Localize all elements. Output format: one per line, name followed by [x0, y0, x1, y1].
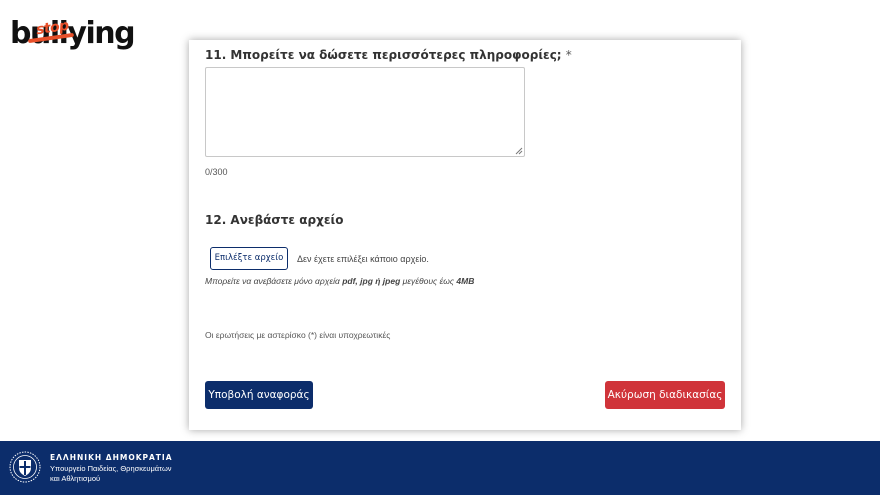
- greek-republic-emblem-icon: [9, 451, 41, 483]
- question-11-text: 11. Μπορείτε να δώσετε περισσότερες πληρ…: [205, 48, 562, 62]
- footer-title: ΕΛΛΗΝΙΚΗ ΔΗΜΟΚΡΑΤΙΑ: [50, 453, 173, 462]
- character-counter: 0/300: [205, 167, 228, 177]
- file-hint-types: pdf, jpg ή jpeg: [342, 276, 401, 286]
- file-status-text: Δεν έχετε επιλέξει κάποιο αρχείο.: [297, 254, 429, 264]
- required-asterisk: *: [565, 48, 572, 62]
- file-hint-size: 4MB: [456, 276, 475, 286]
- site-footer: ΕΛΛΗΝΙΚΗ ΔΗΜΟΚΡΑΤΙΑ Υπουργείο Παιδείας, …: [0, 441, 880, 495]
- file-upload-hint: Μπορείτε να ανεβάσετε μόνο αρχεία pdf, j…: [205, 276, 474, 286]
- file-hint-middle: μεγέθους έως: [400, 276, 457, 286]
- mandatory-fields-note: Οι ερωτήσεις με αστερίσκο (*) είναι υποχ…: [205, 330, 391, 340]
- resize-grip-icon[interactable]: [515, 147, 523, 155]
- file-hint-prefix: Μπορείτε να ανεβάσετε μόνο αρχεία: [205, 276, 343, 286]
- footer-ministry-line1: Υπουργείο Παιδείας, Θρησκευμάτων: [50, 464, 172, 473]
- question-12-label: 12. Ανεβάστε αρχείο: [205, 213, 344, 227]
- choose-file-button[interactable]: Επιλέξτε αρχείο: [210, 247, 288, 270]
- more-info-textarea[interactable]: [205, 67, 525, 157]
- stop-bullying-logo: bullying stop: [10, 14, 140, 54]
- submit-report-button[interactable]: Υποβολή αναφοράς: [205, 381, 313, 409]
- report-form-card: 11. Μπορείτε να δώσετε περισσότερες πληρ…: [189, 40, 741, 430]
- footer-ministry-line2: και Αθλητισμού: [50, 474, 101, 483]
- cancel-process-button[interactable]: Ακύρωση διαδικασίας: [605, 381, 725, 409]
- question-11-label: 11. Μπορείτε να δώσετε περισσότερες πληρ…: [205, 48, 572, 62]
